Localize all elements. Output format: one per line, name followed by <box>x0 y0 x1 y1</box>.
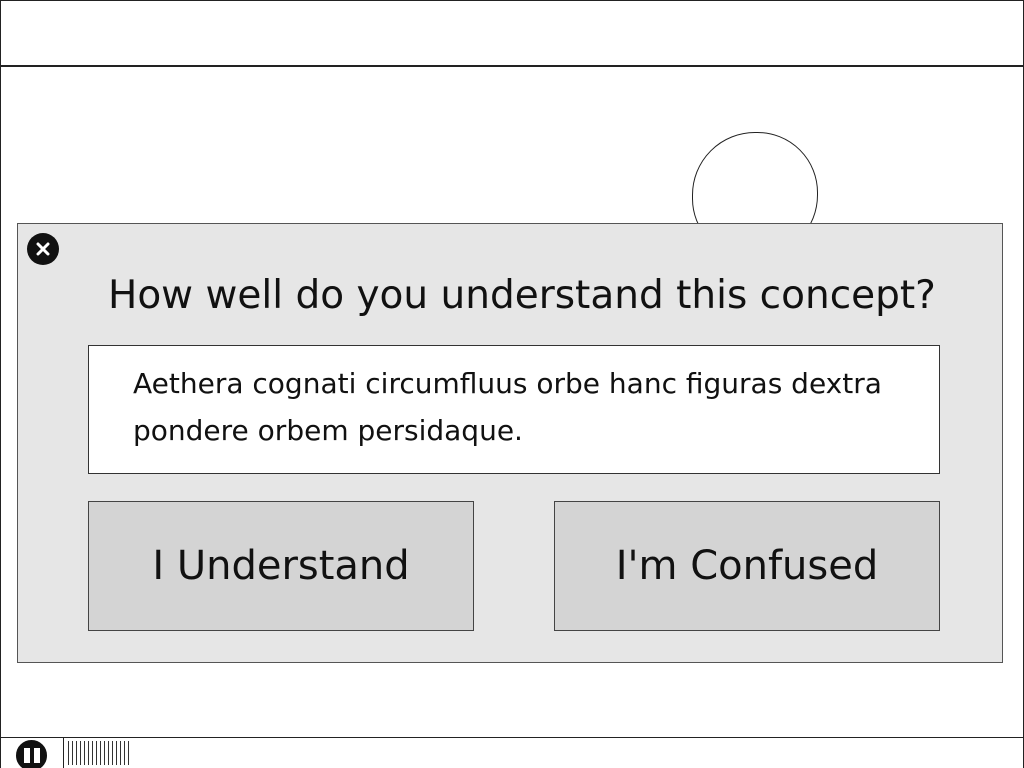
dialog-question: How well do you understand this concept? <box>108 273 936 318</box>
pause-bar-left <box>23 748 30 763</box>
confused-button[interactable]: I'm Confused <box>554 501 940 631</box>
pause-icon[interactable] <box>16 740 47 768</box>
concept-text-box: Aethera cognati circumfluus orbe hanc fi… <box>88 345 940 474</box>
close-icon[interactable] <box>27 233 59 265</box>
top-bar <box>1 1 1023 67</box>
progress-scrubber-handle[interactable] <box>68 741 132 765</box>
app-window: How well do you understand this concept?… <box>0 0 1024 768</box>
understanding-dialog: How well do you understand this concept?… <box>17 223 1003 663</box>
understand-button[interactable]: I Understand <box>88 501 474 631</box>
media-controls-bar <box>1 737 1023 768</box>
pause-bar-right <box>33 748 40 763</box>
progress-track[interactable] <box>63 738 1024 768</box>
